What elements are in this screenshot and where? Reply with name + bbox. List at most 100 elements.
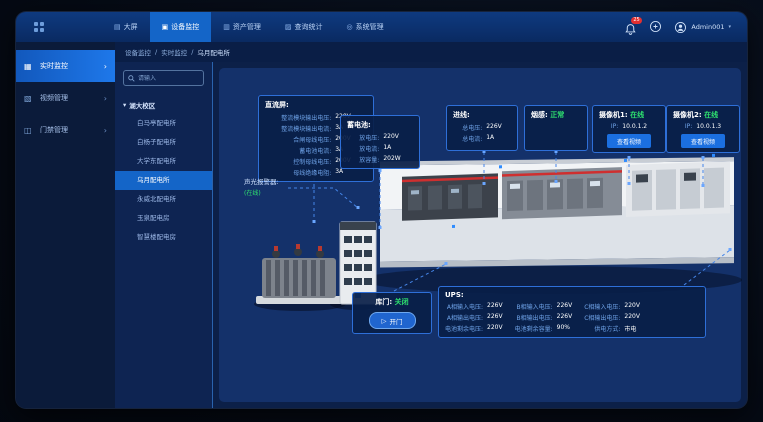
- field-label: C相输出电压:: [584, 313, 620, 322]
- chevron-right-icon: ›: [104, 62, 107, 71]
- app-logo-icon: [34, 22, 44, 32]
- breadcrumb: 设备监控 / 实时监控 / 乌月配电所: [115, 42, 747, 62]
- ip-label: IP:: [599, 123, 618, 130]
- ip-label: IP:: [673, 123, 692, 130]
- annotation-title: 进线:: [453, 110, 511, 120]
- field-value: 226V: [487, 302, 503, 311]
- field-value: 市电: [624, 324, 640, 333]
- field-value: 220V: [624, 302, 640, 311]
- sidebar-item-label: 实时监控: [40, 61, 104, 71]
- assets-icon: ▥: [223, 23, 230, 31]
- field-value: 226V: [557, 302, 573, 311]
- annotation-title: 库门: 关闭: [359, 297, 425, 307]
- field-label: 放容量:: [347, 155, 379, 164]
- door-label: 库门:: [375, 298, 392, 306]
- sidebar-item-realtime-monitor[interactable]: ▦ 实时监控 ›: [16, 50, 115, 82]
- ups-col-c: C相输入电压:220V C相输出电压:220V 供电方式:市电: [584, 302, 640, 333]
- field-label: 放电压:: [347, 133, 379, 142]
- tree-item-substation[interactable]: 大学东配电所: [115, 152, 212, 171]
- avatar-icon: [674, 21, 687, 34]
- door-status: 关闭: [395, 298, 409, 306]
- fullscreen-button[interactable]: [649, 18, 662, 37]
- tree-item-substation[interactable]: 永威北配电所: [115, 190, 212, 209]
- app-window: ▤ 大屏 ▣ 设备监控 ▥ 资产管理 ▨ 查询统计 ◎ 系统管理: [16, 12, 747, 408]
- tree-root-campus[interactable]: ▾ 湖大校区: [115, 96, 212, 114]
- nav-item-assets[interactable]: ▥ 资产管理: [211, 12, 273, 42]
- user-name: Admin001: [691, 23, 724, 31]
- annotation-title: UPS:: [445, 291, 699, 299]
- camera1-ip: 10.0.1.2: [622, 123, 659, 130]
- camera2-label: 摄像机2:: [673, 111, 702, 119]
- field-value: 90%: [557, 324, 573, 333]
- breadcrumb-separator: /: [155, 48, 157, 56]
- breadcrumb-part[interactable]: 实时监控: [161, 47, 187, 57]
- alarm-label: 声光报警器:: [244, 176, 279, 186]
- nav-label: 资产管理: [233, 22, 261, 32]
- battery-annotation: 蓄电池: 放电压:220V 放电流:1A 放容量:202W: [340, 115, 420, 169]
- annotation-title: 摄像机1: 在线: [599, 110, 659, 120]
- ups-col-a: A相输入电压:226V A相输出电压:226V 电池剩余电压:220V: [445, 302, 503, 333]
- field-label: 蓄电池电流:: [265, 146, 331, 155]
- tree-item-substation-selected[interactable]: 乌月配电所: [115, 171, 212, 190]
- field-label: 总电流:: [453, 134, 482, 143]
- tree-item-substation[interactable]: 智慧楼配电房: [115, 228, 212, 247]
- field-value: 202W: [383, 155, 413, 164]
- sidebar-item-label: 视频管理: [40, 93, 104, 103]
- alarm-status: (在线): [244, 188, 279, 197]
- field-label: 放电流:: [347, 144, 379, 153]
- chevron-right-icon: ›: [104, 94, 107, 103]
- field-value: 226V: [486, 123, 511, 132]
- open-door-label: 开门: [390, 316, 403, 326]
- ups-col-b: B相输入电压:226V B相输出电压:226V 电池剩余容量:90%: [515, 302, 573, 333]
- field-label: 电池剩余电压:: [445, 324, 483, 333]
- stats-icon: ▨: [285, 23, 292, 31]
- field-value: 1A: [383, 144, 413, 153]
- substation-tree-panel: ▾ 湖大校区 白马亭配电所 白杨子配电所 大学东配电所 乌月配电所 永威北配电所…: [115, 62, 213, 408]
- camera1-annotation: 摄像机1: 在线 IP: 10.0.1.2 查看视频: [592, 105, 666, 153]
- nav-label: 设备监控: [171, 22, 199, 32]
- field-label: A相输入电压:: [445, 302, 483, 311]
- search-input[interactable]: [138, 75, 199, 82]
- tree-collapse-icon: ▾: [123, 101, 126, 109]
- nav-label: 大屏: [124, 22, 138, 32]
- tree-item-substation[interactable]: 白马亭配电所: [115, 114, 212, 133]
- chevron-right-icon: ›: [104, 126, 107, 135]
- breadcrumb-part[interactable]: 设备监控: [125, 47, 151, 57]
- nav-item-device-monitor[interactable]: ▣ 设备监控: [150, 12, 212, 42]
- field-label: 电池剩余容量:: [515, 324, 553, 333]
- tree-root-label: 湖大校区: [129, 100, 155, 110]
- nav-item-query-stats[interactable]: ▨ 查询统计: [273, 12, 335, 42]
- open-door-button[interactable]: ▷ 开门: [369, 312, 416, 329]
- notification-bell-button[interactable]: 25: [624, 21, 637, 34]
- view-video-button[interactable]: 查看视频: [607, 134, 651, 148]
- camera1-label: 摄像机1:: [599, 111, 628, 119]
- left-sidebar: ▦ 实时监控 › ▧ 视频管理 › ◫ 门禁管理 ›: [16, 42, 115, 408]
- breadcrumb-separator: /: [191, 48, 193, 56]
- sidebar-item-access-control[interactable]: ◫ 门禁管理 ›: [16, 114, 115, 146]
- nav-item-dashboard[interactable]: ▤ 大屏: [102, 12, 150, 42]
- tree-search: [123, 70, 204, 86]
- notification-badge: 25: [631, 17, 641, 24]
- incoming-line-annotation: 进线: 总电压:226V 总电流:1A: [446, 105, 518, 151]
- field-label: 总电压:: [453, 123, 482, 132]
- user-menu[interactable]: Admin001 ▾: [674, 21, 731, 34]
- nav-item-system[interactable]: ◎ 系统管理: [335, 12, 396, 42]
- field-label: 合闸母线电压:: [265, 135, 331, 144]
- view-video-button[interactable]: 查看视频: [681, 134, 725, 148]
- camera2-status: 在线: [704, 111, 718, 119]
- tree-item-substation[interactable]: 玉泉配电房: [115, 209, 212, 228]
- top-nav-menu: ▤ 大屏 ▣ 设备监控 ▥ 资产管理 ▨ 查询统计 ◎ 系统管理: [102, 12, 396, 42]
- breadcrumb-current: 乌月配电所: [197, 47, 230, 57]
- video-icon: ▧: [24, 94, 36, 103]
- ups-annotation: UPS: A相输入电压:226V A相输出电压:226V 电池剩余电压:220V…: [438, 286, 706, 338]
- system-icon: ◎: [347, 23, 353, 31]
- annotation-title: 直流屏:: [265, 100, 367, 110]
- fullscreen-icon: [649, 20, 662, 33]
- door-access-icon: ◫: [24, 126, 36, 135]
- open-door-icon: ▷: [382, 317, 387, 325]
- tree-item-substation[interactable]: 白杨子配电所: [115, 133, 212, 152]
- sidebar-item-video-management[interactable]: ▧ 视频管理 ›: [16, 82, 115, 114]
- screen-background: ▤ 大屏 ▣ 设备监控 ▥ 资产管理 ▨ 查询统计 ◎ 系统管理: [0, 0, 763, 422]
- field-label: 供电方式:: [584, 324, 620, 333]
- field-label: 整流模块输出电压:: [265, 113, 331, 122]
